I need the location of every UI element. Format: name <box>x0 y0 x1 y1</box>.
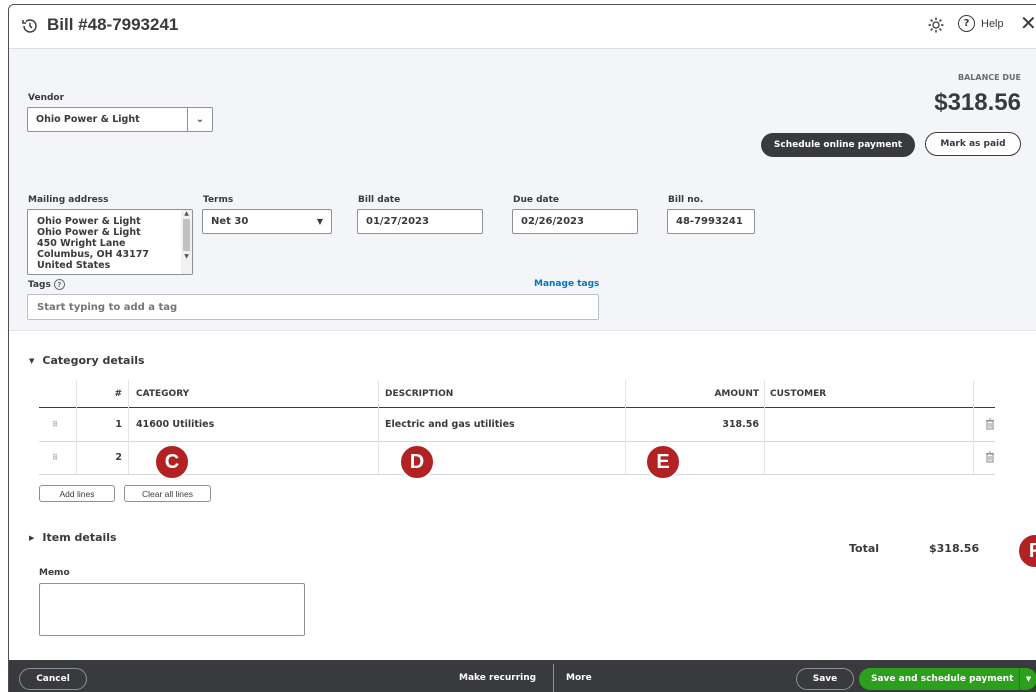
drag-handle-icon[interactable]: ⠿ <box>52 407 58 441</box>
tags-label: Tags <box>28 279 51 290</box>
scroll-down-icon[interactable]: ▼ <box>181 253 192 260</box>
address-line: Ohio Power & Light <box>37 227 141 238</box>
trash-icon[interactable] <box>985 418 995 430</box>
gear-icon[interactable] <box>927 16 945 34</box>
footer-divider <box>553 664 554 692</box>
save-schedule-label: Save and schedule payment <box>871 674 1014 684</box>
address-line: 450 Wright Lane <box>37 238 126 249</box>
memo-textarea[interactable] <box>39 583 305 636</box>
vendor-select[interactable]: Ohio Power & Light ⌄ <box>27 107 213 132</box>
row-number: 1 <box>115 418 122 430</box>
save-button[interactable]: Save <box>796 668 854 690</box>
make-recurring-button[interactable]: Make recurring <box>459 673 536 683</box>
item-details-title: Item details <box>42 531 117 544</box>
address-line: Ohio Power & Light <box>37 216 141 227</box>
save-and-schedule-payment-button[interactable]: Save and schedule payment ▼ <box>859 668 1036 690</box>
bill-window: Bill #48-7993241 ? Help ✕ Vendor Ohio Po… <box>8 4 1036 692</box>
mailing-address-textarea[interactable]: Ohio Power & Light Ohio Power & Light 45… <box>27 209 193 275</box>
mailing-address-label: Mailing address <box>28 195 109 205</box>
bill-date-input[interactable]: 01/27/2023 <box>357 209 483 234</box>
due-date-label: Due date <box>513 195 560 205</box>
balance-due-label: BALANCE DUE <box>958 73 1021 82</box>
vendor-label: Vendor <box>28 93 65 103</box>
address-line: United States <box>37 260 111 271</box>
row-number: 2 <box>115 452 122 463</box>
callout-d: D <box>399 444 435 480</box>
caret-right-icon: ▶ <box>29 533 35 542</box>
page-title: Bill #48-7993241 <box>47 15 179 34</box>
total-label: Total <box>849 542 880 555</box>
category-cell[interactable]: 41600 Utilities <box>136 407 214 441</box>
memo-label: Memo <box>39 568 70 578</box>
address-scrollbar[interactable]: ▲ ▼ <box>181 210 192 274</box>
cancel-button[interactable]: Cancel <box>19 668 87 690</box>
balance-due-amount: $318.56 <box>934 89 1021 116</box>
tags-input[interactable] <box>27 294 599 320</box>
drag-handle-icon[interactable]: ⠿ <box>52 441 58 474</box>
column-header-category: CATEGORY <box>136 388 190 399</box>
help-button[interactable]: ? Help <box>958 15 1004 32</box>
caret-down-icon: ▼ <box>316 217 324 226</box>
chevron-down-icon: ⌄ <box>187 108 212 131</box>
caret-down-icon[interactable]: ▼ <box>1019 668 1036 690</box>
trash-icon[interactable] <box>985 451 995 463</box>
schedule-online-payment-button[interactable]: Schedule online payment <box>761 133 915 157</box>
recent-history-icon[interactable] <box>21 17 39 35</box>
amount-cell[interactable]: 318.56 <box>625 407 759 441</box>
terms-select[interactable]: Net 30 ▼ <box>202 209 332 234</box>
manage-tags-link[interactable]: Manage tags <box>534 279 599 289</box>
add-lines-button[interactable]: Add lines <box>39 485 115 502</box>
description-cell[interactable]: Electric and gas utilities <box>385 407 515 441</box>
more-button[interactable]: More <box>566 673 592 683</box>
column-header-description: DESCRIPTION <box>385 388 454 399</box>
category-details-title: Category details <box>42 354 145 367</box>
callout-c: C <box>154 444 190 480</box>
scroll-up-icon[interactable]: ▲ <box>181 210 192 217</box>
info-icon[interactable]: ? <box>53 279 65 290</box>
column-header-customer: CUSTOMER <box>770 388 827 399</box>
details-panel: ▼ Category details # CATEGORY DESCRIPTIO… <box>9 330 1036 664</box>
title-bar: Bill #48-7993241 ? Help ✕ <box>9 5 1036 49</box>
category-details-toggle[interactable]: ▼ Category details <box>29 354 145 367</box>
column-header-amount: AMOUNT <box>714 388 759 399</box>
tags-label-row: Tags ? <box>28 279 65 290</box>
terms-value: Net 30 <box>211 216 249 227</box>
vendor-value: Ohio Power & Light <box>36 114 140 125</box>
bill-no-label: Bill no. <box>668 195 704 205</box>
clear-all-lines-button[interactable]: Clear all lines <box>124 485 211 502</box>
close-icon[interactable]: ✕ <box>1020 11 1036 35</box>
due-date-input[interactable]: 02/26/2023 <box>512 209 638 234</box>
column-header-number: # <box>114 388 122 399</box>
bill-no-input[interactable]: 48-7993241 <box>667 209 755 234</box>
help-icon: ? <box>958 15 975 32</box>
address-line: Columbus, OH 43177 <box>37 249 149 260</box>
total-value: $318.56 <box>929 542 980 555</box>
scroll-thumb[interactable] <box>183 219 190 251</box>
mark-as-paid-button[interactable]: Mark as paid <box>925 132 1021 156</box>
item-details-toggle[interactable]: ▶ Item details <box>29 531 117 544</box>
callout-f: F <box>1017 533 1036 569</box>
help-label: Help <box>981 17 1004 30</box>
caret-down-icon: ▼ <box>29 356 35 365</box>
terms-label: Terms <box>203 195 234 205</box>
callout-e: E <box>645 444 681 480</box>
footer-bar: Cancel Make recurring More Save Save and… <box>9 660 1036 692</box>
bill-date-label: Bill date <box>358 195 401 205</box>
